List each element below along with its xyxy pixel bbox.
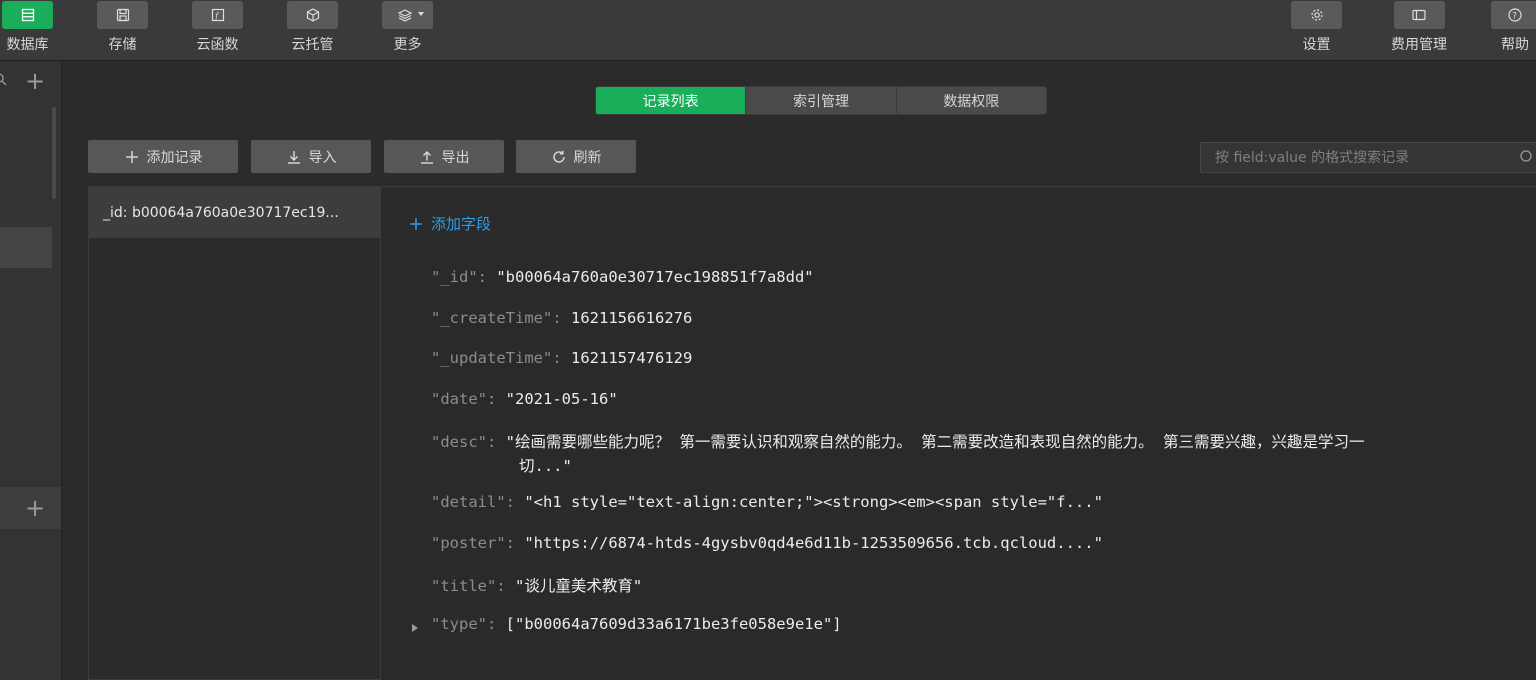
refresh-label: 刷新 xyxy=(573,149,602,166)
expand-caret-icon[interactable] xyxy=(412,624,418,632)
upload-icon xyxy=(420,150,433,164)
database-icon xyxy=(2,1,53,29)
toolbar-settings-button[interactable]: 设置 xyxy=(1291,0,1342,61)
toolbar-help-button[interactable]: ? 帮助 xyxy=(1491,0,1536,61)
download-icon xyxy=(287,150,300,164)
toolbar-database-label: 数据库 xyxy=(6,37,49,53)
billing-icon xyxy=(1393,1,1445,29)
list-item[interactable]: _id: b00064a760a0e30717ec19... xyxy=(89,187,380,238)
export-button[interactable]: 导出 xyxy=(384,140,504,173)
record-list: _id: b00064a760a0e30717ec19... xyxy=(88,186,381,680)
field-value: 1621156616276 xyxy=(571,309,693,327)
toolbar-cloud-function-label: 云函数 xyxy=(196,37,239,53)
field-key: "_id": xyxy=(431,268,487,286)
field-row-detail[interactable]: "detail": "<h1 style="text-align:center;… xyxy=(431,493,1103,511)
field-row-updatetime[interactable]: "_updateTime": 1621157476129 xyxy=(431,349,692,367)
field-value: 1621157476129 xyxy=(571,349,693,367)
field-key: "desc": xyxy=(431,433,497,451)
import-label: 导入 xyxy=(308,149,337,166)
field-value: "https://6874-htds-4gysbv0qd4e6d11b-1253… xyxy=(524,534,1103,552)
view-tabs: 记录列表 索引管理 数据权限 xyxy=(595,86,1047,115)
field-row-date[interactable]: "date": "2021-05-16" xyxy=(431,390,618,408)
layers-more-icon xyxy=(382,1,433,29)
tab-data-permissions[interactable]: 数据权限 xyxy=(895,87,1046,114)
gear-icon xyxy=(1291,1,1342,29)
toolbar-storage-label: 存储 xyxy=(108,37,137,53)
export-label: 导出 xyxy=(441,149,470,166)
toolbar-cloud-hosting-button[interactable]: 云托管 xyxy=(287,0,338,61)
field-key: "detail": xyxy=(431,493,515,511)
field-key: "date": xyxy=(431,390,497,408)
storage-icon xyxy=(97,1,148,29)
field-value: "绘画需要哪些能力呢？ 第一需要认识和观察自然的能力。 第二需要改造和表现自然的… xyxy=(505,433,1365,451)
field-key: "title": xyxy=(431,577,506,595)
record-detail: 添加字段 "_id": "b00064a760a0e30717ec198851f… xyxy=(381,186,1536,680)
toolbar-billing-label: 费用管理 xyxy=(1391,37,1447,53)
chevron-down-icon xyxy=(418,12,424,16)
field-row-desc[interactable]: "desc": "绘画需要哪些能力呢？ 第一需要认识和观察自然的能力。 第二需要… xyxy=(431,430,1365,452)
toolbar-cloud-hosting-label: 云托管 xyxy=(291,37,334,53)
toolbar-billing-button[interactable]: 费用管理 xyxy=(1391,0,1447,61)
refresh-icon xyxy=(552,150,565,163)
sidebar-section: + xyxy=(0,487,61,529)
field-key: "_createTime": xyxy=(431,309,562,327)
add-icon[interactable]: + xyxy=(25,496,45,520)
toolbar-help-label: 帮助 xyxy=(1501,37,1529,53)
top-toolbar: 数据库 存储 f 云函数 云托管 更多 设置 费用管理 ? 帮助 xyxy=(0,0,1536,61)
add-field-label: 添加字段 xyxy=(431,215,492,233)
field-value: "谈儿童美术教育" xyxy=(515,577,643,595)
field-row-type[interactable]: "type": ["b00064a7609d33a6171be3fe058e9e… xyxy=(431,615,842,633)
field-row-id[interactable]: "_id": "b00064a760a0e30717ec198851f7a8dd… xyxy=(431,268,814,286)
svg-text:?: ? xyxy=(1512,12,1517,22)
search-icon[interactable] xyxy=(1519,149,1535,169)
field-value: "b00064a760a0e30717ec198851f7a8dd" xyxy=(496,268,814,286)
field-value: "2021-05-16" xyxy=(505,390,618,408)
cloud-hosting-icon xyxy=(287,1,338,29)
toolbar-database-button[interactable]: 数据库 xyxy=(2,0,53,61)
plus-icon xyxy=(125,150,138,163)
field-key: "_updateTime": xyxy=(431,349,562,367)
add-record-button[interactable]: 添加记录 xyxy=(88,140,238,173)
toolbar-storage-button[interactable]: 存储 xyxy=(97,0,148,61)
collection-sidebar: + + xyxy=(0,61,62,680)
svg-text:f: f xyxy=(214,12,220,21)
search-box xyxy=(1200,142,1536,173)
sidebar-item-selected[interactable] xyxy=(0,227,52,268)
field-value: ["b00064a7609d33a6171be3fe058e9e1e"] xyxy=(505,615,842,633)
field-row-title[interactable]: "title": "谈儿童美术教育" xyxy=(431,574,642,596)
help-icon: ? xyxy=(1491,1,1536,29)
toolbar-more-button[interactable]: 更多 xyxy=(382,0,433,61)
sidebar-scrollbar[interactable] xyxy=(52,107,56,199)
tab-record-list[interactable]: 记录列表 xyxy=(596,87,746,114)
cloud-function-icon: f xyxy=(192,1,243,29)
plus-icon xyxy=(410,217,422,230)
field-key: "poster": xyxy=(431,534,515,552)
refresh-button[interactable]: 刷新 xyxy=(516,140,636,173)
field-row-poster[interactable]: "poster": "https://6874-htds-4gysbv0qd4e… xyxy=(431,534,1103,552)
toolbar-settings-label: 设置 xyxy=(1302,37,1331,53)
add-field-button[interactable]: 添加字段 xyxy=(409,213,491,234)
field-key: "type": xyxy=(431,615,497,633)
toolbar-cloud-function-button[interactable]: f 云函数 xyxy=(192,0,243,61)
search-input[interactable] xyxy=(1215,149,1515,166)
add-collection-icon[interactable]: + xyxy=(25,69,45,93)
tab-index-management[interactable]: 索引管理 xyxy=(745,87,896,114)
field-value: "<h1 style="text-align:center;"><strong>… xyxy=(524,493,1103,511)
field-value-continuation: 切..." xyxy=(519,457,572,475)
toolbar-more-label: 更多 xyxy=(393,37,422,53)
import-button[interactable]: 导入 xyxy=(251,140,371,173)
search-icon[interactable] xyxy=(0,73,8,91)
add-record-label: 添加记录 xyxy=(146,149,203,166)
field-row-createtime[interactable]: "_createTime": 1621156616276 xyxy=(431,309,692,327)
